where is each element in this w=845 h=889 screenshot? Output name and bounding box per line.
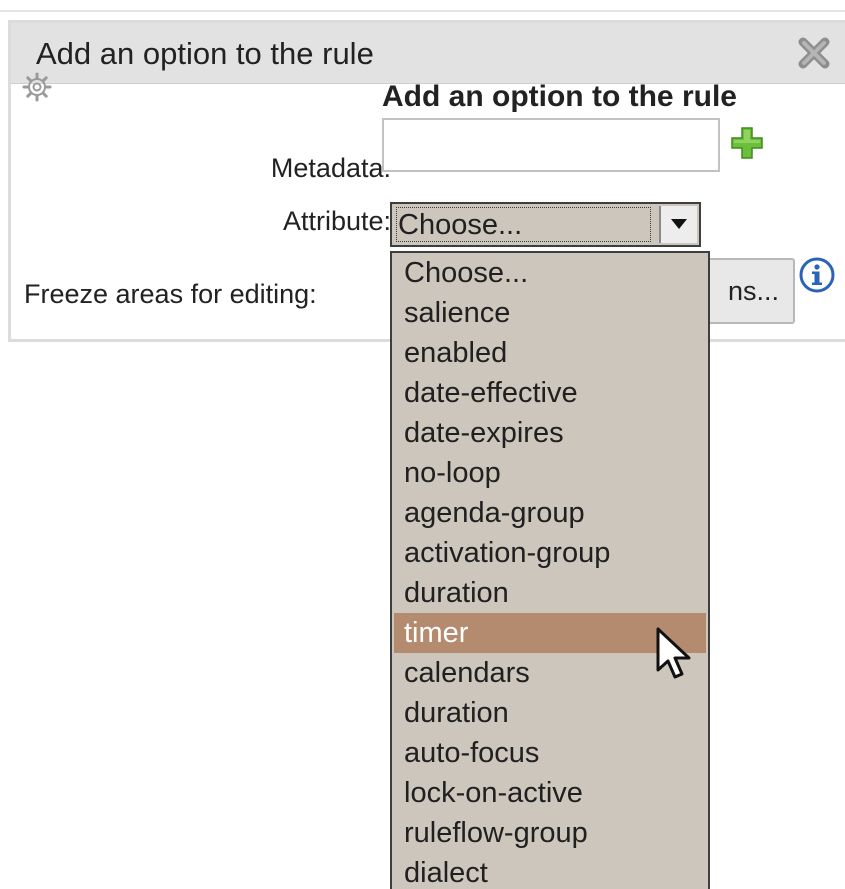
- option-agenda-group[interactable]: agenda-group: [394, 493, 706, 533]
- option-choose[interactable]: Choose...: [394, 253, 706, 293]
- metadata-label: Metadata:: [270, 153, 391, 183]
- option-activation-group[interactable]: activation-group: [394, 533, 706, 573]
- info-icon[interactable]: [797, 255, 837, 295]
- chevron-down-icon: [671, 219, 687, 229]
- attribute-select[interactable]: Choose...: [390, 202, 701, 247]
- form-heading: Add an option to the rule: [382, 80, 737, 113]
- option-ruleflow-group[interactable]: ruleflow-group: [394, 813, 706, 853]
- option-enabled[interactable]: enabled: [394, 333, 706, 373]
- option-salience[interactable]: salience: [394, 293, 706, 333]
- attribute-label: Attribute:: [282, 206, 391, 236]
- option-duration[interactable]: duration: [394, 573, 706, 613]
- plus-icon[interactable]: [730, 126, 764, 160]
- dialog-header: Add an option to the rule: [11, 23, 845, 84]
- attribute-selected-value: Choose...: [398, 209, 523, 241]
- freeze-areas-label: Freeze areas for editing:: [24, 279, 317, 309]
- metadata-input[interactable]: [382, 118, 720, 172]
- top-divider: [0, 10, 845, 12]
- option-lock-on-active[interactable]: lock-on-active: [394, 773, 706, 813]
- option-date-expires[interactable]: date-expires: [394, 413, 706, 453]
- gear-icon: [22, 72, 52, 102]
- option-dialect[interactable]: dialect: [394, 853, 706, 889]
- option-date-effective[interactable]: date-effective: [394, 373, 706, 413]
- dropdown-toggle[interactable]: [659, 206, 697, 243]
- close-icon[interactable]: [796, 35, 832, 71]
- mouse-pointer-icon: [654, 626, 698, 682]
- dialog-title: Add an option to the rule: [36, 36, 374, 71]
- option-no-loop[interactable]: no-loop: [394, 453, 706, 493]
- screen: Add an option to the rule Add an option …: [0, 0, 845, 889]
- option-auto-focus[interactable]: auto-focus: [394, 733, 706, 773]
- attribute-options-list: Choose... salience enabled date-effectiv…: [390, 251, 710, 889]
- option-duration-2[interactable]: duration: [394, 693, 706, 733]
